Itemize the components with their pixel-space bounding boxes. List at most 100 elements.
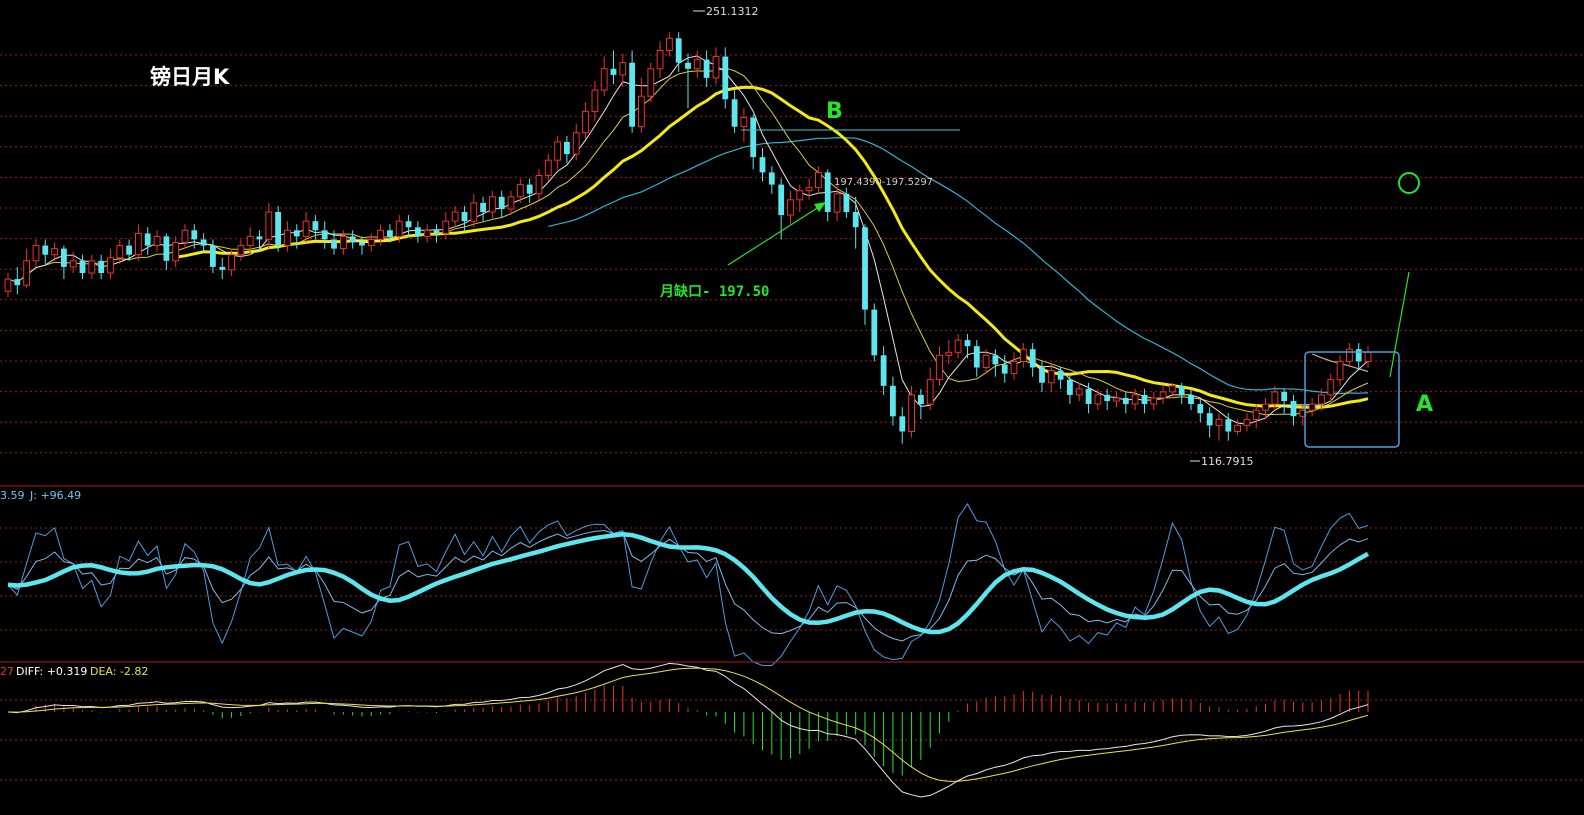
candle-up: [693, 59, 701, 70]
candle-up: [246, 235, 254, 246]
candle-up: [712, 56, 720, 79]
candle-up: [619, 62, 627, 76]
candle-down: [1029, 349, 1036, 368]
candle-up: [1327, 379, 1335, 396]
target-circle: [1398, 172, 1420, 194]
candle-down: [918, 394, 924, 404]
candle-up: [815, 171, 822, 189]
point-a-label: A: [1416, 392, 1433, 417]
candle-up: [787, 199, 794, 216]
candle-up: [1252, 409, 1260, 420]
low-marker: 116.7915: [1190, 455, 1254, 468]
candle-down: [685, 62, 691, 69]
candle-up: [1243, 418, 1251, 426]
candle-up: [69, 260, 77, 268]
candle-down: [703, 59, 710, 78]
candle-down: [98, 260, 105, 273]
candle-up: [51, 248, 59, 256]
candle-up: [470, 202, 478, 222]
candle-down: [312, 221, 319, 231]
candle-up: [181, 229, 189, 244]
candle-down: [862, 227, 868, 310]
candle-up: [982, 354, 990, 368]
candle-down: [219, 266, 226, 270]
candle-up: [340, 235, 347, 250]
candle-down: [293, 230, 300, 237]
low-label: 116.7915: [1201, 455, 1254, 468]
candle-down: [731, 99, 738, 127]
candle-down: [750, 117, 757, 158]
candle-up: [507, 196, 515, 210]
candle-up: [1234, 424, 1241, 432]
candle-up: [638, 95, 645, 128]
candle-down: [1197, 404, 1204, 414]
candlesticks: [4, 32, 1372, 444]
candle-down: [1355, 349, 1362, 362]
candle-down: [1281, 391, 1288, 401]
candle-down: [852, 212, 859, 228]
candle-up: [516, 184, 524, 198]
candle-up: [153, 235, 161, 246]
candle-up: [740, 117, 748, 128]
gap-range-label: 197.4390-197.5297: [834, 177, 933, 188]
candle-up: [647, 68, 655, 97]
candle-down: [415, 227, 421, 237]
candle-up: [442, 220, 450, 234]
candle-down: [1001, 364, 1008, 374]
candle-up: [582, 110, 589, 134]
candle-up: [1113, 397, 1120, 402]
candle-down: [722, 56, 729, 100]
candle-up: [544, 159, 552, 176]
macd-indicator: [7, 662, 1369, 798]
candle-up: [1075, 388, 1083, 396]
candle-down: [564, 141, 570, 155]
candle-down: [899, 416, 906, 432]
gap-note: 月缺口- 197.50: [659, 283, 769, 300]
macd-diff: DIFF: +0.319: [16, 665, 87, 678]
candle-up: [833, 193, 841, 213]
candle-up: [805, 187, 813, 192]
candle-down: [824, 172, 831, 212]
candle-up: [1169, 385, 1176, 393]
candle-up: [1262, 403, 1269, 411]
candle-down: [778, 184, 785, 216]
candle-up: [1346, 348, 1353, 362]
candle-up: [1047, 370, 1055, 384]
candle-down: [461, 212, 468, 222]
point-b-label: B: [826, 99, 843, 124]
candle-down: [79, 260, 86, 273]
candle-up: [23, 260, 31, 286]
candle-up: [535, 175, 543, 195]
candle-up: [32, 245, 40, 262]
candle-up: [1336, 360, 1344, 381]
macd-diff-line: [7, 662, 1369, 798]
candle-down: [144, 233, 151, 246]
gap-arrow: [727, 202, 826, 266]
high-marker: 251.1312: [693, 5, 759, 18]
ma-line-10: [26, 67, 1369, 416]
candle-up: [656, 50, 664, 70]
candle-up: [945, 351, 953, 356]
candle-down: [387, 230, 393, 237]
candle-up: [395, 220, 403, 237]
candle-down: [42, 245, 49, 255]
candle-down: [405, 221, 412, 228]
candle-down: [843, 193, 850, 213]
chart-title: 镑日月K: [150, 65, 230, 89]
candle-up: [1094, 394, 1102, 405]
candle-down: [526, 184, 533, 194]
candle-down: [890, 385, 896, 417]
candle-down: [1104, 394, 1111, 401]
candle-down: [973, 346, 980, 368]
candle-up: [1364, 351, 1372, 362]
ma-line-20: [175, 85, 1369, 409]
candle-down: [14, 279, 21, 286]
candle-up: [451, 211, 459, 222]
candle-down: [1178, 385, 1185, 395]
candle-down: [275, 212, 281, 246]
chart-canvas: 镑日月K 251.1312 116.7915 197.4390-197.5297…: [0, 5, 1584, 798]
macd-label-prefix: 27: [0, 665, 14, 678]
candle-up: [367, 239, 375, 247]
candle-up: [284, 229, 291, 247]
candle-down: [191, 230, 198, 240]
